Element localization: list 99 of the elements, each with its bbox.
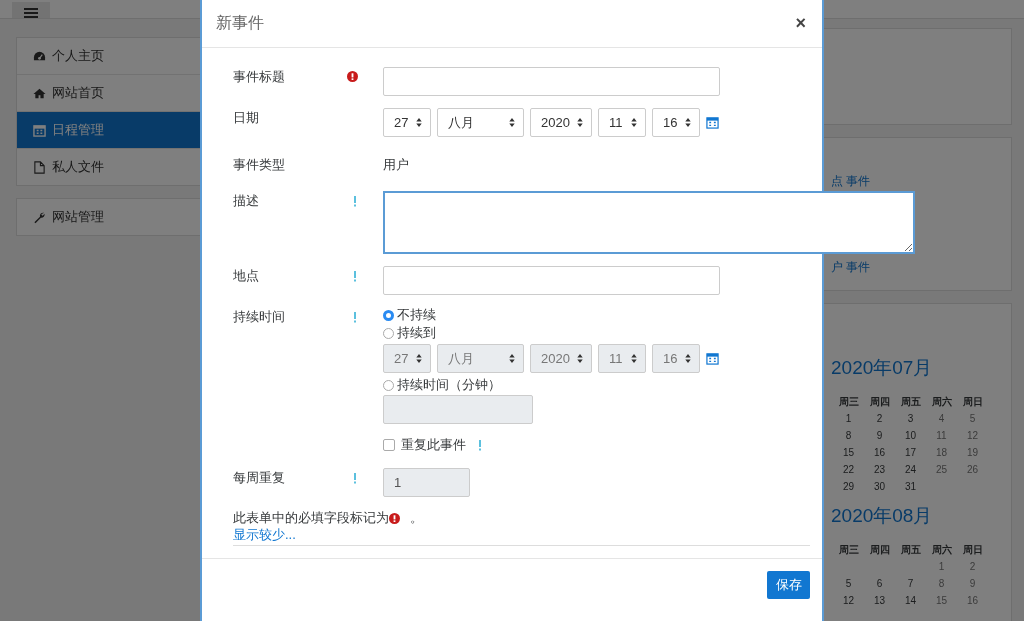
caret-icon <box>509 354 515 363</box>
date-select[interactable]: 11 <box>598 108 646 137</box>
calendar-day: 26 <box>957 462 988 477</box>
calendar-day: 24 <box>895 462 926 477</box>
calendar-day: 10 <box>895 428 926 443</box>
calendar-day: 30 <box>864 479 895 494</box>
calendar-day: 8 <box>926 576 957 591</box>
calendar-day: 12 <box>833 593 864 608</box>
weekday-label: 周四 <box>868 543 891 557</box>
calendar-day: 15 <box>833 445 864 460</box>
field-label: 事件类型 <box>233 156 286 174</box>
description-field[interactable] <box>383 191 915 254</box>
calendar-day: 6 <box>864 576 895 591</box>
caret-icon <box>631 354 637 363</box>
calendar-day: 1 <box>926 559 957 574</box>
radio-label: 持续时间（分钟） <box>397 376 501 394</box>
menu-button[interactable] <box>12 2 50 18</box>
calendar-day: 7 <box>895 576 926 591</box>
calendar-day: 2 <box>957 559 988 574</box>
radio-button[interactable] <box>383 309 394 321</box>
radio-button[interactable] <box>383 379 394 391</box>
weekday-label: 周四 <box>868 395 891 409</box>
calendar-day: 23 <box>864 462 895 477</box>
field-value: 用户 <box>383 156 409 174</box>
date-select[interactable]: 16 <box>652 108 700 137</box>
date-select[interactable]: 八月 <box>437 108 524 137</box>
calendar-day: 16 <box>957 593 988 608</box>
help-icon[interactable] <box>353 270 357 282</box>
weekday-label: 周日 <box>961 543 984 557</box>
save-button[interactable]: 保存 <box>767 571 810 599</box>
text-field[interactable] <box>383 67 720 96</box>
calendar-day: 3 <box>895 411 926 426</box>
calendar-day: 2 <box>864 411 895 426</box>
calendar-day: 25 <box>926 462 957 477</box>
caret-icon <box>685 354 691 363</box>
weekday-label: 周日 <box>961 395 984 409</box>
calendar-day: 4 <box>926 411 957 426</box>
field-label: 每周重复 <box>233 469 286 487</box>
calendar-day: 16 <box>864 445 895 460</box>
checkbox-label: 重复此事件 <box>401 436 466 454</box>
caret-icon <box>416 354 422 363</box>
calendar-day: 18 <box>926 445 957 460</box>
date-select[interactable]: 2020 <box>530 108 592 137</box>
required-note: 此表单中的必填字段标记为 <box>233 509 389 527</box>
weekday-label: 周六 <box>930 395 953 409</box>
calendar-icon[interactable] <box>706 116 719 129</box>
caret-icon <box>577 354 583 363</box>
calendar-day: 14 <box>895 593 926 608</box>
weekday-label: 周五 <box>899 543 922 557</box>
home-icon <box>33 86 46 100</box>
menu-icon <box>24 8 38 18</box>
month-title: 2020年08月 <box>830 504 934 528</box>
calendar-icon <box>33 123 46 137</box>
calendar-icon[interactable] <box>706 352 719 365</box>
wrench-icon <box>33 210 46 224</box>
help-icon[interactable] <box>478 439 482 451</box>
calendar-day: 5 <box>833 576 864 591</box>
calendar-day: 31 <box>895 479 926 494</box>
weekday-label: 周三 <box>837 395 860 409</box>
calendar-day: 22 <box>833 462 864 477</box>
required-icon <box>389 512 400 524</box>
calendar-day: 8 <box>833 428 864 443</box>
calendar-day: 29 <box>833 479 864 494</box>
radio-label: 持续到 <box>397 324 436 342</box>
calendar-day: 9 <box>864 428 895 443</box>
caret-icon <box>416 118 422 127</box>
help-icon[interactable] <box>353 195 357 207</box>
calendar-day: 12 <box>957 428 988 443</box>
field-label: 地点 <box>233 267 260 285</box>
radio-label: 不持续 <box>397 306 436 324</box>
calendar-day: 13 <box>864 593 895 608</box>
checkbox[interactable] <box>383 439 395 451</box>
weekday-label: 周三 <box>837 543 860 557</box>
caret-icon <box>577 118 583 127</box>
event-link[interactable]: 户 事件 <box>823 260 871 274</box>
required-note: 。 <box>410 509 423 527</box>
show-less-link[interactable]: 显示较少... <box>233 527 296 543</box>
caret-icon <box>631 118 637 127</box>
calendar-day: 11 <box>926 428 957 443</box>
file-icon <box>33 160 46 174</box>
date-select[interactable]: 27 <box>383 108 431 137</box>
caret-icon <box>509 118 515 127</box>
text-field[interactable] <box>383 266 720 295</box>
month-title: 2020年07月 <box>830 356 934 380</box>
dialog-title: 新事件 <box>216 13 264 33</box>
weekday-label: 周六 <box>930 543 953 557</box>
calendar-day: 15 <box>926 593 957 608</box>
caret-icon <box>685 118 691 127</box>
calendar-day: 17 <box>895 445 926 460</box>
calendar-day: 19 <box>957 445 988 460</box>
help-icon[interactable] <box>353 311 357 323</box>
calendar-day: 5 <box>957 411 988 426</box>
calendar-day: 9 <box>957 576 988 591</box>
event-link[interactable]: 点 事件 <box>823 174 871 188</box>
field-label: 持续时间 <box>233 308 286 326</box>
gauge-icon <box>33 49 46 63</box>
weekday-label: 周五 <box>899 395 922 409</box>
calendar-day: 1 <box>833 411 864 426</box>
close-button[interactable]: × <box>793 13 808 34</box>
